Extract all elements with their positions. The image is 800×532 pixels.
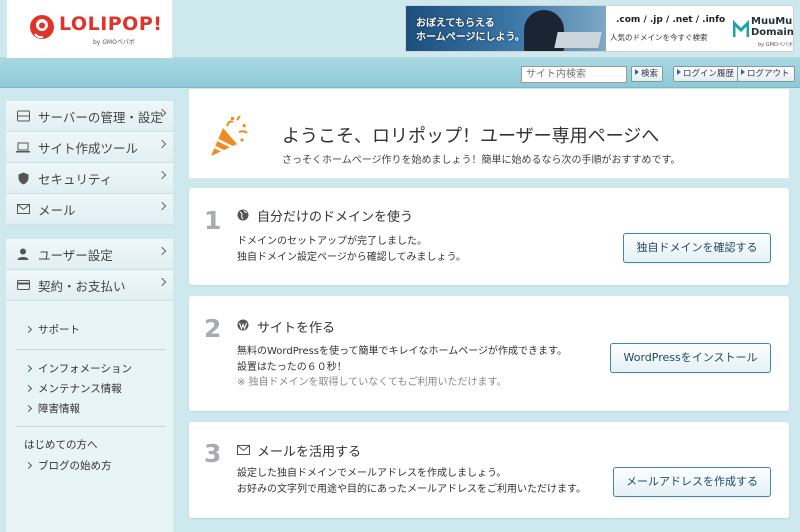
arrow-right-icon (24, 325, 33, 333)
mail-icon (16, 202, 30, 216)
chevron-right-icon (157, 201, 167, 211)
muumuu-brand-sub: by GMOペパボ (758, 42, 793, 48)
login-history-button[interactable]: ログイン履歴 (673, 66, 740, 82)
muumuu-logo-icon (733, 20, 749, 37)
mail-icon (237, 445, 250, 455)
step-description: ドメインのセットアップが完了しました。 独自ドメイン設定ページから確認してみまし… (237, 236, 466, 263)
arrow-right-icon (24, 384, 33, 392)
party-popper-icon (211, 115, 248, 156)
step-title: サイトを作る (257, 321, 336, 336)
utility-bar: 検索 ログイン履歴 ログアウト (0, 58, 800, 88)
sidebar-item-server[interactable]: サーバーの管理・設定 (6, 101, 173, 132)
chevron-right-icon (157, 246, 167, 256)
arrow-right-icon (24, 364, 33, 372)
wordpress-icon (237, 319, 249, 331)
banner-line-1: おぼえてもらえる (416, 18, 495, 29)
card-icon (16, 278, 30, 292)
sidebar-item-user-settings[interactable]: ユーザー設定 (6, 239, 173, 270)
muumuu-brand: MuuMuu Domain (751, 16, 794, 38)
arrow-icon (741, 69, 745, 75)
sidebar-item-mail[interactable]: メール (6, 194, 173, 225)
outage-link[interactable]: 障害情報 (6, 398, 173, 418)
step-description: 無料のWordPressを使って簡単でキレイなホームページが作成できます。 設置… (237, 344, 567, 391)
arrow-icon (677, 69, 681, 75)
sidebar-item-label: ユーザー設定 (38, 247, 113, 263)
step-card-mail: 3 メールを活用する 設定した独自ドメインでメールアドレスを作成しましょう。 お… (189, 422, 789, 518)
step-note: ※ 独自ドメインを取得していなくてもご利用いただけます。 (237, 377, 507, 388)
chevron-right-icon (157, 139, 167, 149)
sidebar-item-site-tools[interactable]: サイト作成ツール (6, 132, 173, 163)
check-domain-button[interactable]: 独自ドメインを確認する (623, 233, 771, 263)
sidebar-item-label: 契約・お支払い (38, 278, 126, 294)
sidebar: サーバーの管理・設定 サイト作成ツール セキュリティ メール ユーザー設定 契約… (6, 89, 173, 532)
site-search-input[interactable] (521, 66, 627, 83)
step-card-domain: 1 自分だけのドメインを使う ドメインのセットアップが完了しました。 独自ドメイ… (189, 188, 789, 285)
banner-domains: .com / .jp / .net / .info (616, 15, 726, 25)
arrow-right-icon (24, 461, 33, 469)
page-title: ようこそ、ロリポップ！ユーザー専用ページへ (282, 126, 660, 147)
arrow-right-icon (24, 404, 33, 412)
sidebar-item-label: メール (38, 202, 76, 218)
arrow-icon (635, 69, 639, 75)
sidebar-item-contract[interactable]: 契約・お支払い (6, 270, 173, 301)
logout-button[interactable]: ログアウト (737, 66, 795, 82)
search-button[interactable]: 検索 (631, 66, 664, 82)
sidebar-links: サポート インフォメーション メンテナンス情報 障害情報 はじめての方へ ブログ… (6, 301, 173, 475)
laptop-icon (16, 140, 30, 154)
lolipop-logo[interactable]: LOLIPOP! by GMOペパボ (6, 0, 173, 58)
user-icon (16, 247, 30, 261)
banner-caption: 人気のドメインを今すぐ検索 (610, 33, 708, 42)
server-icon (16, 109, 30, 123)
welcome-panel: ようこそ、ロリポップ！ユーザー専用ページへ さっそくホームページ作りを始めましょ… (189, 89, 789, 179)
sidebar-item-security[interactable]: セキュリティ (6, 163, 173, 194)
create-mail-address-button[interactable]: メールアドレスを作成する (613, 467, 771, 497)
shield-icon (16, 171, 30, 185)
top-header: LOLIPOP! by GMOペパボ おぼえてもらえる ホームページにしよう。 … (0, 0, 800, 58)
step-number: 3 (204, 439, 222, 468)
maintenance-link[interactable]: メンテナンス情報 (6, 378, 173, 398)
install-wordpress-button[interactable]: WordPressをインストール (610, 343, 771, 373)
lolipop-logo-icon (30, 15, 54, 39)
step-number: 1 (204, 206, 222, 235)
page-subtitle: さっそくホームページ作りを始めましょう！簡単に始めるなら次の手順がおすすめです。 (282, 155, 681, 166)
blog-start-link[interactable]: ブログの始め方 (6, 455, 173, 475)
logo-subtext: by GMOペパボ (93, 39, 135, 46)
step-description: 設定した独自ドメインでメールアドレスを作成しましょう。 お好みの文字列で用途や目… (237, 468, 586, 495)
step-number: 2 (204, 314, 222, 343)
chevron-right-icon (157, 277, 167, 287)
beginner-heading: はじめての方へ (24, 439, 98, 451)
sidebar-item-label: サーバーの管理・設定 (38, 109, 163, 125)
step-title: メールを活用する (257, 445, 362, 460)
globe-icon (237, 209, 249, 221)
chevron-right-icon (157, 170, 167, 180)
information-link[interactable]: インフォメーション (6, 358, 173, 378)
support-link[interactable]: サポート (6, 319, 173, 339)
step-title: 自分だけのドメインを使う (257, 210, 414, 225)
logo-text: LOLIPOP! (59, 13, 163, 35)
main-content: ようこそ、ロリポップ！ユーザー専用ページへ さっそくホームページ作りを始めましょ… (180, 89, 800, 532)
sidebar-item-label: セキュリティ (38, 171, 113, 187)
banner-line-2: ホームページにしよう。 (416, 32, 525, 43)
step-card-site: 2 サイトを作る 無料のWordPressを使って簡単でキレイなホームページが作… (189, 296, 789, 411)
sidebar-item-label: サイト作成ツール (38, 140, 139, 156)
muumuu-domain-banner[interactable]: おぼえてもらえる ホームページにしよう。 .com / .jp / .net /… (405, 5, 794, 52)
